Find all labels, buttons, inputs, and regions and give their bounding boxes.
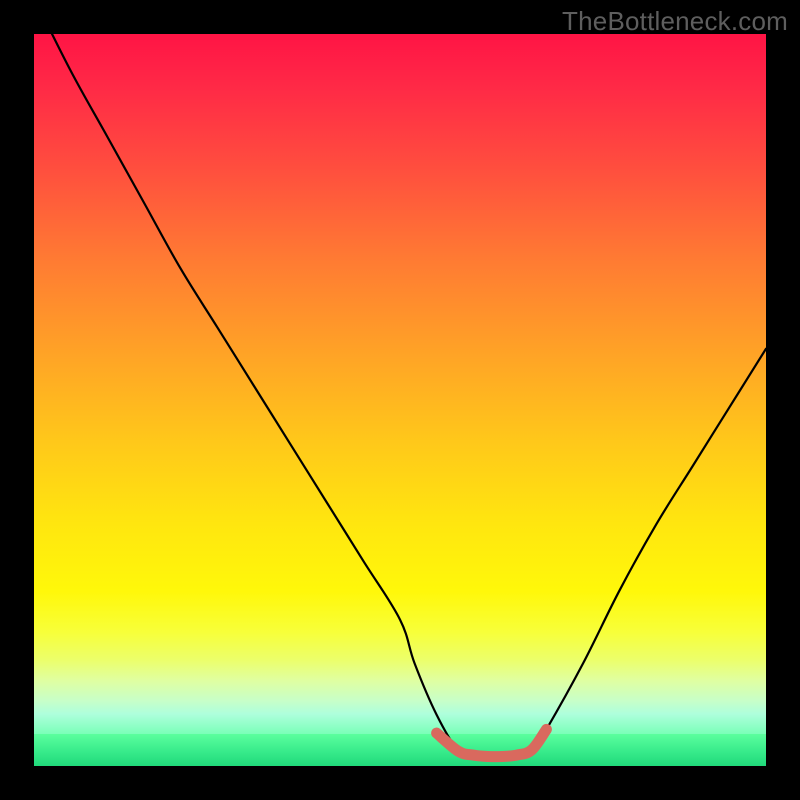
watermark-text: TheBottleneck.com bbox=[562, 6, 788, 37]
target-band-marker bbox=[437, 729, 547, 756]
bottleneck-curve bbox=[34, 34, 766, 759]
chart-frame: TheBottleneck.com bbox=[0, 0, 800, 800]
plot-area bbox=[34, 34, 766, 766]
curve-layer bbox=[34, 34, 766, 766]
